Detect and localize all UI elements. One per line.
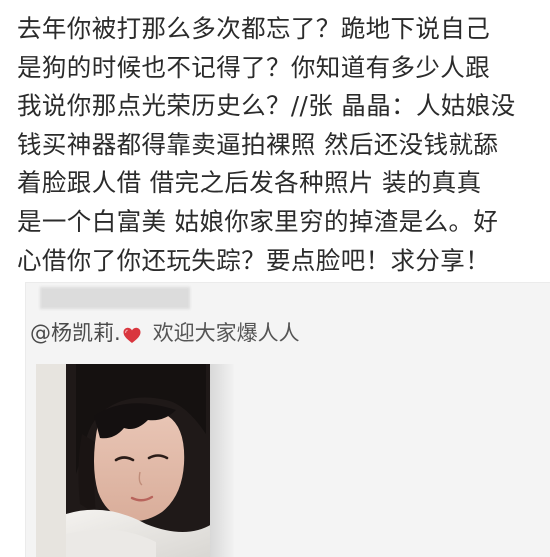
post-text-line: 是一个白富美 姑娘你家里穷的掉渣是么。好 <box>17 206 499 236</box>
post-text-line: 钱买神器都得靠卖逼拍裸照 然后还没钱就舔 <box>17 129 499 159</box>
post-body-text: 去年你被打那么多次都忘了？跪地下说自己 是狗的时候也不记得了？你知道有多少人跟 … <box>17 10 537 280</box>
heart-icon <box>123 325 141 343</box>
mention-link[interactable]: @杨凯莉. <box>30 317 121 347</box>
post-text-line: 去年你被打那么多次都忘了？跪地下说自己 <box>17 14 491 43</box>
post-text-line: 我说你那点光荣历史么？//张 晶晶：人姑娘没 <box>17 91 516 121</box>
post-text-line: 着脸跟人借 借完之后发各种照片 装的真真 <box>17 168 482 198</box>
redacted-username-bar <box>40 287 190 309</box>
photo-border <box>210 364 234 557</box>
portrait-image <box>36 364 212 557</box>
post-text-line: 心借你了你还玩失踪？要点脸吧！求分享！ <box>17 245 491 275</box>
repost-header: @杨凯莉. 欢迎大家爆人人 <box>30 316 300 348</box>
repost-text: 欢迎大家爆人人 <box>152 321 300 345</box>
weibo-post: 去年你被打那么多次都忘了？跪地下说自己 是狗的时候也不记得了？你知道有多少人跟 … <box>0 0 550 557</box>
attached-photo[interactable] <box>36 364 234 557</box>
repost-card[interactable]: @杨凯莉. 欢迎大家爆人人 <box>25 282 550 557</box>
post-text-line: 是狗的时候也不记得了？你知道有多少人跟 <box>17 52 491 82</box>
